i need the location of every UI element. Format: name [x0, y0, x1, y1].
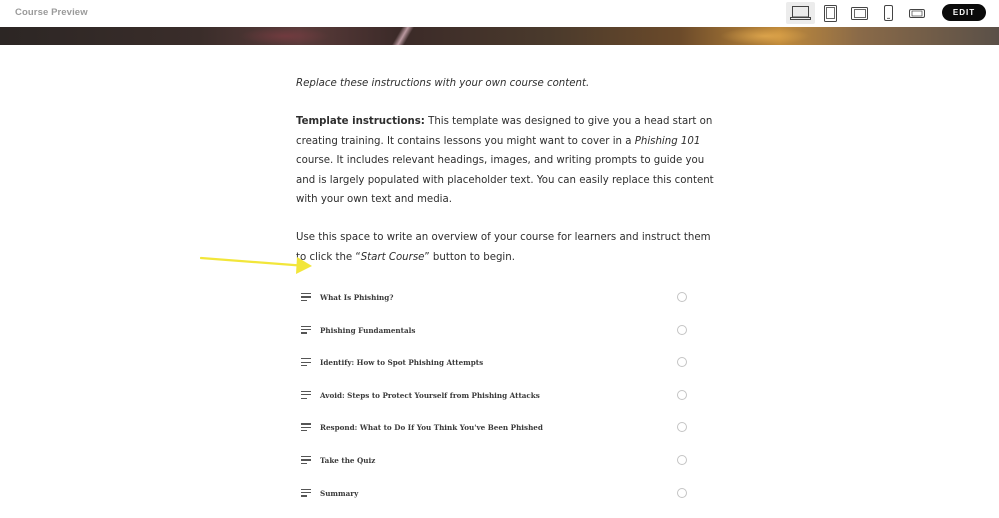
course-name: Phishing 101 — [634, 135, 701, 147]
lesson-status-circle-icon — [677, 357, 687, 368]
lesson-title[interactable]: What Is Phishing? — [320, 293, 394, 302]
instructions-body-end: course. It includes relevant headings, i… — [296, 155, 714, 206]
lesson-title[interactable]: Identify: How to Spot Phishing Attempts — [320, 358, 483, 367]
page-title: Course Preview — [15, 7, 88, 18]
lesson-text-icon — [301, 293, 311, 301]
intro-text: Replace these instructions with your own… — [296, 78, 590, 89]
lesson-item[interactable]: Summary — [296, 478, 696, 511]
lesson-status-circle-icon — [677, 324, 687, 335]
lesson-title[interactable]: Phishing Fundamentals — [320, 326, 415, 335]
lesson-item[interactable]: Phishing Fundamentals — [296, 315, 696, 348]
lesson-text-icon — [301, 358, 311, 367]
lesson-item[interactable]: Avoid: Steps to Protect Yourself from Ph… — [296, 380, 696, 413]
desktop-icon — [790, 6, 811, 20]
overview-body-end: ” button to begin. — [424, 251, 515, 263]
edit-button[interactable]: EDIT — [942, 4, 986, 21]
phone-landscape-view-button[interactable] — [905, 2, 929, 24]
lesson-text-icon — [301, 390, 311, 399]
lesson-text-icon — [301, 488, 311, 497]
lesson-item[interactable]: Take the Quiz — [296, 445, 696, 478]
phone-landscape-icon — [909, 8, 925, 18]
lesson-title[interactable]: Summary — [320, 489, 358, 498]
course-description: Replace these instructions with your own… — [296, 74, 716, 267]
lesson-text-icon — [301, 423, 311, 432]
lesson-text-icon — [301, 325, 311, 334]
phone-portrait-icon — [883, 5, 893, 21]
tablet-portrait-view-button[interactable] — [819, 2, 841, 24]
lesson-list: What Is Phishing? Phishing Fundamentals Id… — [296, 282, 696, 510]
lesson-status-circle-icon — [677, 454, 687, 465]
lesson-item[interactable]: Respond: What to Do If You Think You've … — [296, 412, 696, 445]
instructions-label: Template instructions: — [296, 116, 425, 128]
lesson-status-circle-icon — [677, 487, 687, 498]
start-course-reference: Start Course — [360, 251, 425, 263]
lesson-title[interactable]: Take the Quiz — [320, 456, 375, 465]
tablet-landscape-view-button[interactable] — [846, 2, 872, 24]
desktop-view-button[interactable] — [786, 2, 815, 24]
lesson-item[interactable]: Identify: How to Spot Phishing Attempts — [296, 347, 696, 380]
instructions-text: Template instructions: This template was… — [296, 112, 716, 209]
lesson-status-circle-icon — [677, 292, 687, 302]
lesson-status-circle-icon — [677, 389, 687, 400]
lesson-item[interactable]: What Is Phishing? — [296, 282, 696, 315]
phone-portrait-view-button[interactable] — [878, 2, 898, 24]
lesson-text-icon — [301, 455, 311, 464]
course-banner-image — [0, 27, 999, 45]
lesson-status-circle-icon — [677, 422, 687, 433]
tablet-landscape-icon — [850, 6, 868, 20]
top-bar: Course Preview EDIT — [0, 0, 999, 27]
lesson-title[interactable]: Respond: What to Do If You Think You've … — [320, 423, 543, 432]
tablet-portrait-icon — [823, 4, 837, 22]
overview-text: Use this space to write an overview of y… — [296, 228, 716, 267]
annotation-arrow-icon — [200, 256, 312, 274]
lesson-title[interactable]: Avoid: Steps to Protect Yourself from Ph… — [320, 391, 540, 400]
